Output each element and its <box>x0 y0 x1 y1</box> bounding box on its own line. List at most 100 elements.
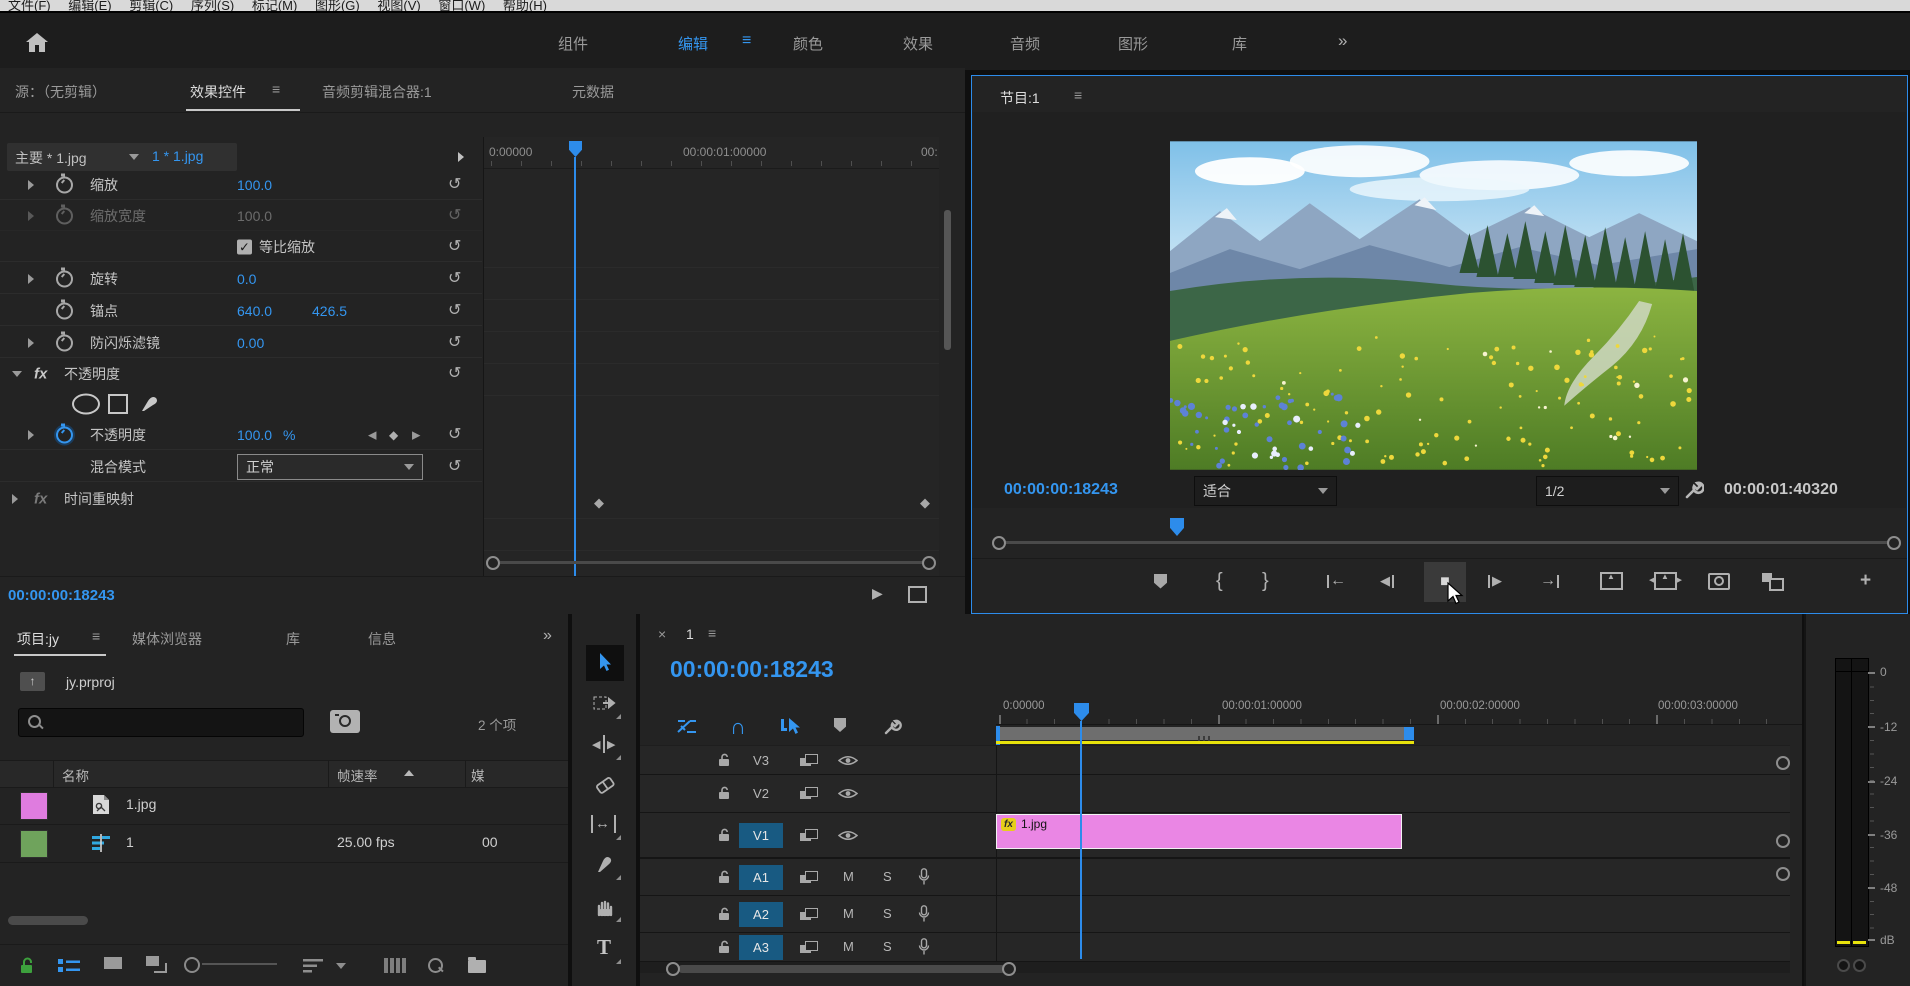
tab-media-browser[interactable]: 媒体浏览器 <box>132 629 202 649</box>
playback-resolution-dropdown[interactable]: 1/2 <box>1536 476 1679 506</box>
timeline-settings-wrench-icon[interactable] <box>884 717 902 735</box>
timeline-horizontal-scrollbar[interactable] <box>678 965 1006 973</box>
workspace-overflow-icon[interactable]: » <box>1338 31 1347 51</box>
stopwatch-icon[interactable] <box>56 176 73 193</box>
mark-in-button[interactable]: { <box>1216 564 1223 598</box>
track-row-a2[interactable]: A2 M S <box>640 896 1790 933</box>
tool-ripple-edit[interactable]: ◀▶ <box>586 727 624 763</box>
collapse-icon[interactable] <box>12 371 22 377</box>
tab-libraries[interactable]: 库 <box>286 629 300 649</box>
track-resize-handle[interactable] <box>1776 834 1790 848</box>
rect-mask-icon[interactable] <box>108 394 128 414</box>
ec-timecode[interactable]: 00:00:00:18243 <box>8 587 115 604</box>
solo-button[interactable]: S <box>883 869 892 884</box>
stopwatch-icon[interactable] <box>56 302 73 319</box>
play-audio-icon[interactable]: ▶ <box>872 585 883 602</box>
track-row-v3[interactable]: V3 <box>640 746 1790 775</box>
stopwatch-icon[interactable] <box>56 207 73 224</box>
program-timecode[interactable]: 00:00:00:18243 <box>1004 481 1118 499</box>
menu-view[interactable]: 视图(V) <box>377 0 420 11</box>
clip-1jpg[interactable]: fx 1.jpg <box>996 814 1402 849</box>
timeline-view-toggle-icon[interactable] <box>458 152 464 162</box>
next-keyframe-icon[interactable]: ▶ <box>412 428 420 441</box>
project-item-row[interactable]: 1 25.00 fps 00 <box>0 824 568 863</box>
meter-channel-indicator[interactable] <box>1837 959 1850 972</box>
tool-type[interactable]: T <box>586 931 624 967</box>
expand-icon[interactable] <box>28 430 34 440</box>
tab-info[interactable]: 信息 <box>368 629 396 649</box>
scrubber-handle-right[interactable] <box>1887 536 1901 550</box>
linked-selection-icon[interactable] <box>780 716 802 736</box>
fit-dropdown[interactable]: 适合 <box>1194 476 1337 506</box>
track-row-a3[interactable]: A3 M S <box>640 933 1790 962</box>
workspace-tab-graphics[interactable]: 图形 <box>1118 33 1148 54</box>
scroll-handle-left[interactable] <box>486 556 500 570</box>
workspace-tab-assembly[interactable]: 组件 <box>558 33 588 54</box>
tab-effect-controls[interactable]: 效果控件 <box>190 82 246 102</box>
timeline-zoom-scrollbar-end[interactable] <box>1404 727 1414 740</box>
reset-icon[interactable]: ↺ <box>448 336 461 350</box>
step-forward-button[interactable]: ▶ <box>1488 564 1502 598</box>
program-playhead-marker[interactable] <box>1170 518 1184 536</box>
menu-help[interactable]: 帮助(H) <box>503 0 547 11</box>
tab-program-monitor[interactable]: 节目:1 <box>1000 88 1040 108</box>
panel-menu-icon[interactable]: ≡ <box>272 81 280 97</box>
sync-lock-icon[interactable] <box>800 941 817 954</box>
track-lock-icon[interactable] <box>718 753 731 767</box>
reset-icon[interactable]: ↺ <box>448 304 461 318</box>
tool-track-select-forward[interactable] <box>586 686 624 722</box>
voiceover-mic-icon[interactable] <box>918 938 930 955</box>
menu-edit[interactable]: 编辑(E) <box>68 0 111 11</box>
add-marker-button[interactable] <box>1154 564 1167 598</box>
add-keyframe-icon[interactable]: ◆ <box>389 428 398 442</box>
column-name[interactable]: 名称 <box>62 765 89 785</box>
solo-button[interactable]: S <box>883 939 892 954</box>
item-name[interactable]: 1.jpg <box>126 796 156 812</box>
column-media[interactable]: 媒 <box>471 765 485 785</box>
pen-mask-icon[interactable] <box>140 395 160 413</box>
solo-button[interactable]: S <box>883 906 892 921</box>
uniform-scale-checkbox[interactable]: ✓ <box>237 239 252 254</box>
menu-file[interactable]: 文件(F) <box>8 0 51 11</box>
scrubber-handle-left[interactable] <box>992 536 1006 550</box>
track-lock-icon[interactable] <box>718 940 731 954</box>
sync-lock-icon[interactable] <box>800 871 817 884</box>
tool-selection[interactable] <box>586 645 624 681</box>
expand-icon[interactable] <box>12 494 18 504</box>
sync-lock-icon[interactable] <box>800 787 817 800</box>
reset-icon[interactable]: ↺ <box>448 428 461 442</box>
track-row-a1[interactable]: A1 M S <box>640 859 1790 896</box>
project-writable-lock-icon[interactable] <box>20 957 35 974</box>
export-frame-button[interactable] <box>1708 564 1730 598</box>
snap-magnet-icon[interactable]: ∩ <box>730 714 746 740</box>
track-target-a3[interactable]: A3 <box>739 935 783 960</box>
prev-keyframe-icon[interactable]: ◀ <box>368 428 376 441</box>
menu-clip[interactable]: 剪辑(C) <box>129 0 173 11</box>
track-target-v3[interactable]: V3 <box>739 748 783 773</box>
property-value[interactable]: 0.00 <box>237 335 264 351</box>
blend-mode-dropdown[interactable]: 正常 <box>237 454 423 480</box>
tab-metadata[interactable]: 元数据 <box>572 82 614 102</box>
sync-lock-icon[interactable] <box>800 908 817 921</box>
anchor-y-value[interactable]: 426.5 <box>312 303 347 319</box>
automate-to-sequence-icon[interactable] <box>384 958 406 973</box>
reset-icon[interactable]: ↺ <box>448 178 461 192</box>
keyframe-icon[interactable]: ◆ <box>920 495 930 511</box>
mute-button[interactable]: M <box>843 939 854 954</box>
reset-icon[interactable]: ↺ <box>448 272 461 286</box>
timeline-ruler[interactable]: 0:00000 00:00:01:00000 00:00:02:00000 00… <box>996 694 1802 725</box>
voiceover-mic-icon[interactable] <box>918 905 930 922</box>
tab-audio-clip-mixer[interactable]: 音频剪辑混合器:1 <box>322 82 432 102</box>
home-icon[interactable] <box>26 33 48 52</box>
sort-icon[interactable] <box>303 958 325 974</box>
panel-overflow-icon[interactable]: » <box>543 627 552 645</box>
panel-menu-icon[interactable]: ≡ <box>708 625 716 641</box>
menu-markers[interactable]: 标记(M) <box>252 0 298 11</box>
list-view-icon[interactable] <box>58 958 80 974</box>
property-value[interactable]: 0.0 <box>237 271 256 287</box>
zoom-slider-handle[interactable] <box>184 957 200 973</box>
track-resize-handle[interactable] <box>1776 867 1790 881</box>
panel-menu-icon[interactable]: ≡ <box>1074 87 1082 103</box>
workspace-tab-editing[interactable]: 编辑 <box>678 33 708 54</box>
icon-view-icon[interactable] <box>104 957 122 969</box>
